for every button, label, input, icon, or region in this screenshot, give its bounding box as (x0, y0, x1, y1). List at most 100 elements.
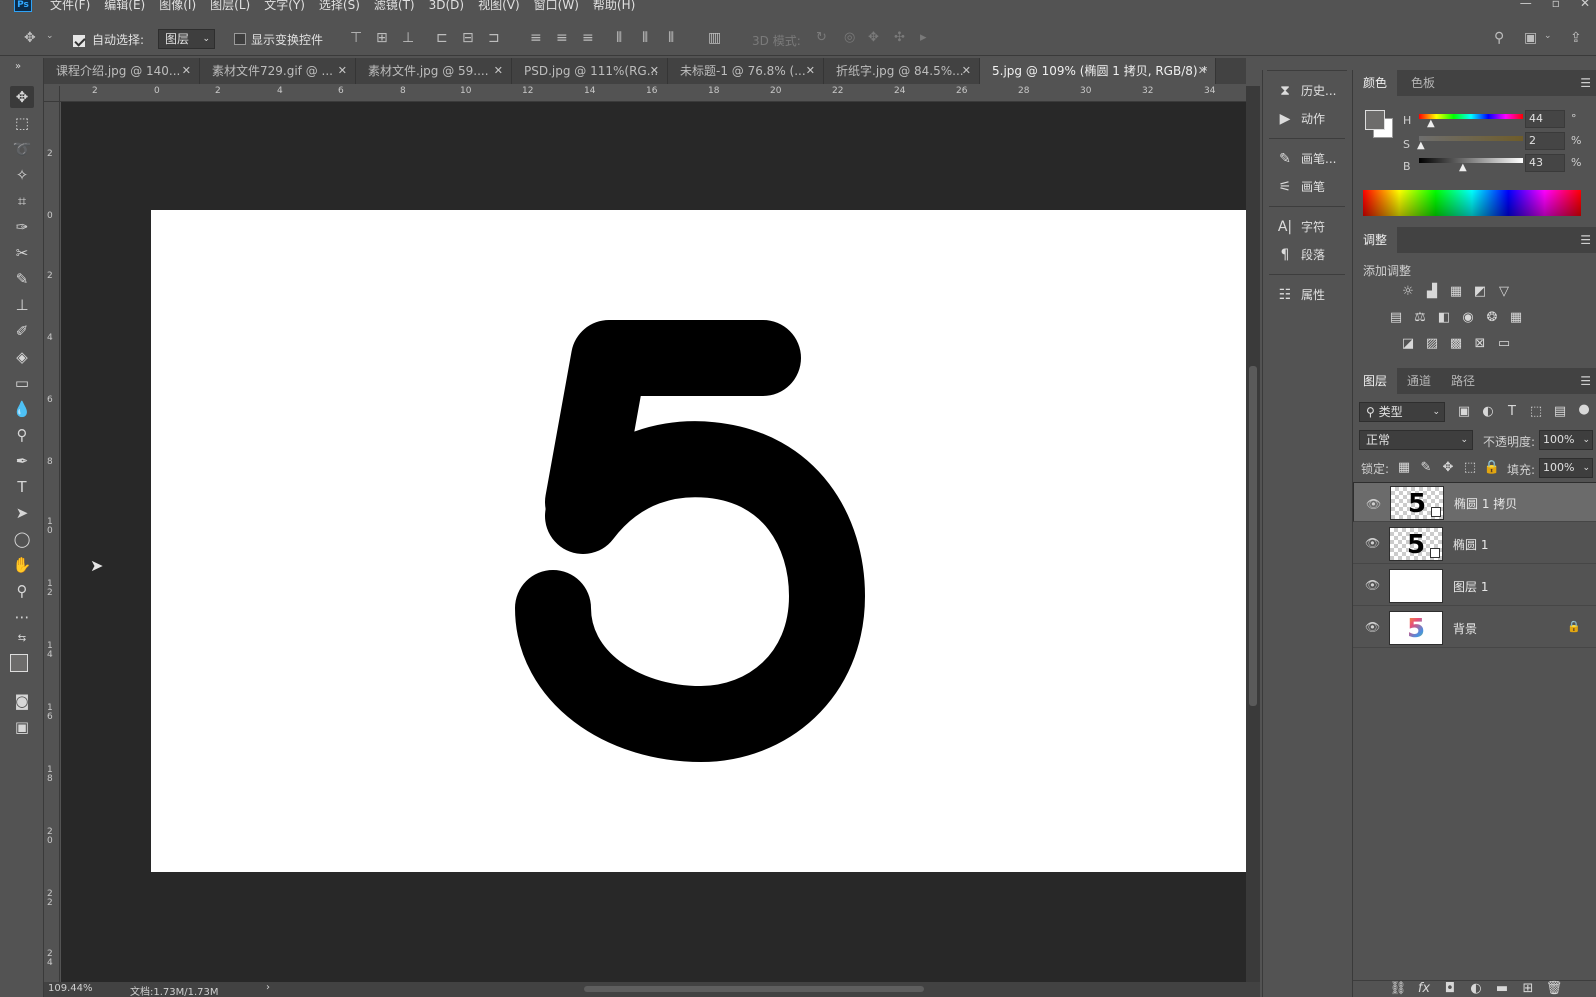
tab-document[interactable]: 未标题-1 @ 76.8% (... ✕ (668, 58, 824, 84)
h-input[interactable]: 44 (1525, 110, 1565, 128)
levels-icon[interactable]: ▟ (1423, 284, 1441, 300)
close-icon[interactable]: ✕ (494, 58, 503, 84)
menu-image[interactable]: 图像(I) (159, 0, 196, 12)
panel-collapse-icon[interactable]: » (6, 56, 30, 78)
horizontal-scrollbar-thumb[interactable] (584, 986, 924, 992)
lock-position-icon[interactable]: ✥ (1439, 460, 1457, 476)
brightness-slider[interactable] (1419, 158, 1523, 163)
hand-tool-icon[interactable]: ✋ (10, 554, 34, 576)
eraser-tool-icon[interactable]: ◈ (10, 346, 34, 368)
path-selection-tool-icon[interactable]: ➤ (10, 502, 34, 524)
tab-document[interactable]: 课程介绍.jpg @ 140... ✕ (44, 58, 200, 84)
history-panel-button[interactable]: ⧗ 历史... (1275, 80, 1347, 102)
brightness-slider-handle-icon[interactable]: ▲ (1459, 162, 1467, 173)
workspace-icon[interactable]: ▣ (1524, 30, 1537, 46)
saturation-slider[interactable] (1419, 136, 1523, 141)
photo-filter-icon[interactable]: ◉ (1459, 310, 1477, 326)
layer-row[interactable]: 👁 5 背景 🔒 (1353, 608, 1596, 648)
healing-brush-tool-icon[interactable]: ✂ (10, 242, 34, 264)
type-tool-icon[interactable]: T (10, 476, 34, 498)
align-right-icon[interactable]: ⊐ (488, 30, 500, 46)
panel-grip[interactable] (1267, 70, 1347, 74)
close-icon[interactable]: ✕ (806, 58, 815, 84)
character-panel-button[interactable]: A| 字符 (1275, 216, 1347, 238)
chevron-down-icon[interactable]: ⌄ (1544, 31, 1552, 41)
vibrance-icon[interactable]: ▽ (1495, 284, 1513, 300)
3d-pan-icon[interactable]: ✥ (868, 30, 879, 45)
tab-document[interactable]: PSD.jpg @ 111%(RG... ✕ (512, 58, 668, 84)
ellipse-tool-icon[interactable]: ◯ (10, 528, 34, 550)
filter-type-icon[interactable]: T (1503, 404, 1521, 420)
3d-roll-icon[interactable]: ◎ (844, 30, 855, 45)
lasso-tool-icon[interactable]: ➰ (10, 138, 34, 160)
exposure-icon[interactable]: ◩ (1471, 284, 1489, 300)
auto-select-dropdown[interactable]: 图层 ⌄ (158, 29, 215, 49)
lock-artboard-icon[interactable]: ⬚ (1461, 460, 1479, 476)
panel-menu-icon[interactable]: ☰ (1580, 76, 1591, 90)
visibility-eye-icon[interactable]: 👁 (1365, 578, 1380, 592)
new-layer-icon[interactable]: ⊞ (1519, 981, 1537, 997)
3d-scale-icon[interactable]: ▸ (920, 30, 927, 45)
layer-name[interactable]: 背景 (1453, 620, 1477, 637)
tab-paths[interactable]: 路径 (1441, 368, 1485, 394)
foreground-color-swatch[interactable] (10, 654, 28, 672)
layer-name[interactable]: 椭圆 1 (1453, 536, 1488, 553)
close-icon[interactable]: ✕ (182, 58, 191, 84)
filter-pixel-icon[interactable]: ▣ (1455, 404, 1473, 420)
color-lookup-icon[interactable]: ▦ (1507, 310, 1525, 326)
tab-document-active[interactable]: 5.jpg @ 109% (椭圆 1 拷贝, RGB/8) * ✕ (980, 58, 1216, 84)
distribute-bottom-icon[interactable]: ≡ (582, 30, 594, 46)
stamp-tool-icon[interactable]: ⊥ (10, 294, 34, 316)
menu-view[interactable]: 视图(V) (478, 0, 520, 12)
marquee-tool-icon[interactable]: ⬚ (10, 112, 34, 134)
brush-presets-panel-button[interactable]: ✎ 画笔... (1275, 148, 1347, 170)
tab-adjustments[interactable]: 调整 (1353, 227, 1398, 253)
posterize-icon[interactable]: ▨ (1423, 336, 1441, 352)
more-tools-icon[interactable]: ⋯ (10, 606, 34, 628)
vertical-ruler[interactable]: 2 0 2 4 6 8 10 12 14 16 18 20 22 24 (44, 102, 60, 982)
brush-panel-button[interactable]: ⚟ 画笔 (1275, 176, 1347, 198)
visibility-eye-icon[interactable]: 👁 (1365, 536, 1380, 550)
eyedropper-tool-icon[interactable]: ✑ (10, 216, 34, 238)
color-spectrum-ramp[interactable] (1363, 190, 1581, 216)
menu-file[interactable]: 文件(F) (50, 0, 90, 12)
layer-name[interactable]: 图层 1 (1453, 578, 1488, 595)
history-brush-tool-icon[interactable]: ✐ (10, 320, 34, 342)
trash-icon[interactable]: 🗑 (1545, 981, 1563, 997)
panel-menu-icon[interactable]: ☰ (1580, 233, 1591, 247)
move-tool-icon[interactable]: ✥ (10, 86, 34, 108)
black-white-icon[interactable]: ◧ (1435, 310, 1453, 326)
dodge-tool-icon[interactable]: ⚲ (10, 424, 34, 446)
document-canvas[interactable] (151, 210, 1246, 872)
move-tool-preset-icon[interactable]: ✥ (24, 30, 36, 46)
new-adjustment-layer-icon[interactable]: ◐ (1467, 981, 1485, 997)
layer-filter-dropdown[interactable]: ⚲ 类型 ⌄ (1359, 402, 1445, 422)
ruler-origin[interactable] (44, 86, 60, 102)
layer-row[interactable]: 👁 图层 1 (1353, 566, 1596, 606)
distribute-left-icon[interactable]: ⦀ (616, 30, 622, 46)
distribute-hcenter-icon[interactable]: ⦀ (642, 30, 648, 46)
show-transform-checkbox[interactable] (234, 33, 246, 45)
3d-slide-icon[interactable]: ✣ (894, 30, 905, 45)
search-icon[interactable]: ⚲ (1494, 30, 1504, 46)
lock-transparency-icon[interactable]: ▦ (1395, 460, 1413, 476)
paragraph-panel-button[interactable]: ¶ 段落 (1275, 244, 1347, 266)
link-layers-icon[interactable]: ⛓ (1389, 981, 1407, 997)
gradient-tool-icon[interactable]: ▭ (10, 372, 34, 394)
hue-saturation-icon[interactable]: ▤ (1387, 310, 1405, 326)
auto-select-checkbox[interactable] (73, 34, 85, 47)
s-input[interactable]: 2 (1525, 132, 1565, 150)
lock-pixels-icon[interactable]: ✎ (1417, 460, 1435, 476)
quick-mask-icon[interactable]: ◙ (10, 690, 34, 712)
color-balance-icon[interactable]: ⚖ (1411, 310, 1429, 326)
menu-3d[interactable]: 3D(D) (429, 0, 464, 12)
gradient-map-icon[interactable]: ▭ (1495, 336, 1513, 352)
zoom-tool-icon[interactable]: ⚲ (10, 580, 34, 602)
b-input[interactable]: 43 (1525, 154, 1565, 172)
filter-toggle-icon[interactable]: ● (1575, 402, 1593, 418)
new-group-icon[interactable]: ▬ (1493, 981, 1511, 997)
layer-row-selected[interactable]: 👁 5 椭圆 1 拷贝 (1353, 482, 1596, 522)
close-icon[interactable]: ✕ (338, 58, 347, 84)
tab-color[interactable]: 颜色 (1353, 70, 1398, 96)
distribute-right-icon[interactable]: ⦀ (668, 30, 674, 46)
